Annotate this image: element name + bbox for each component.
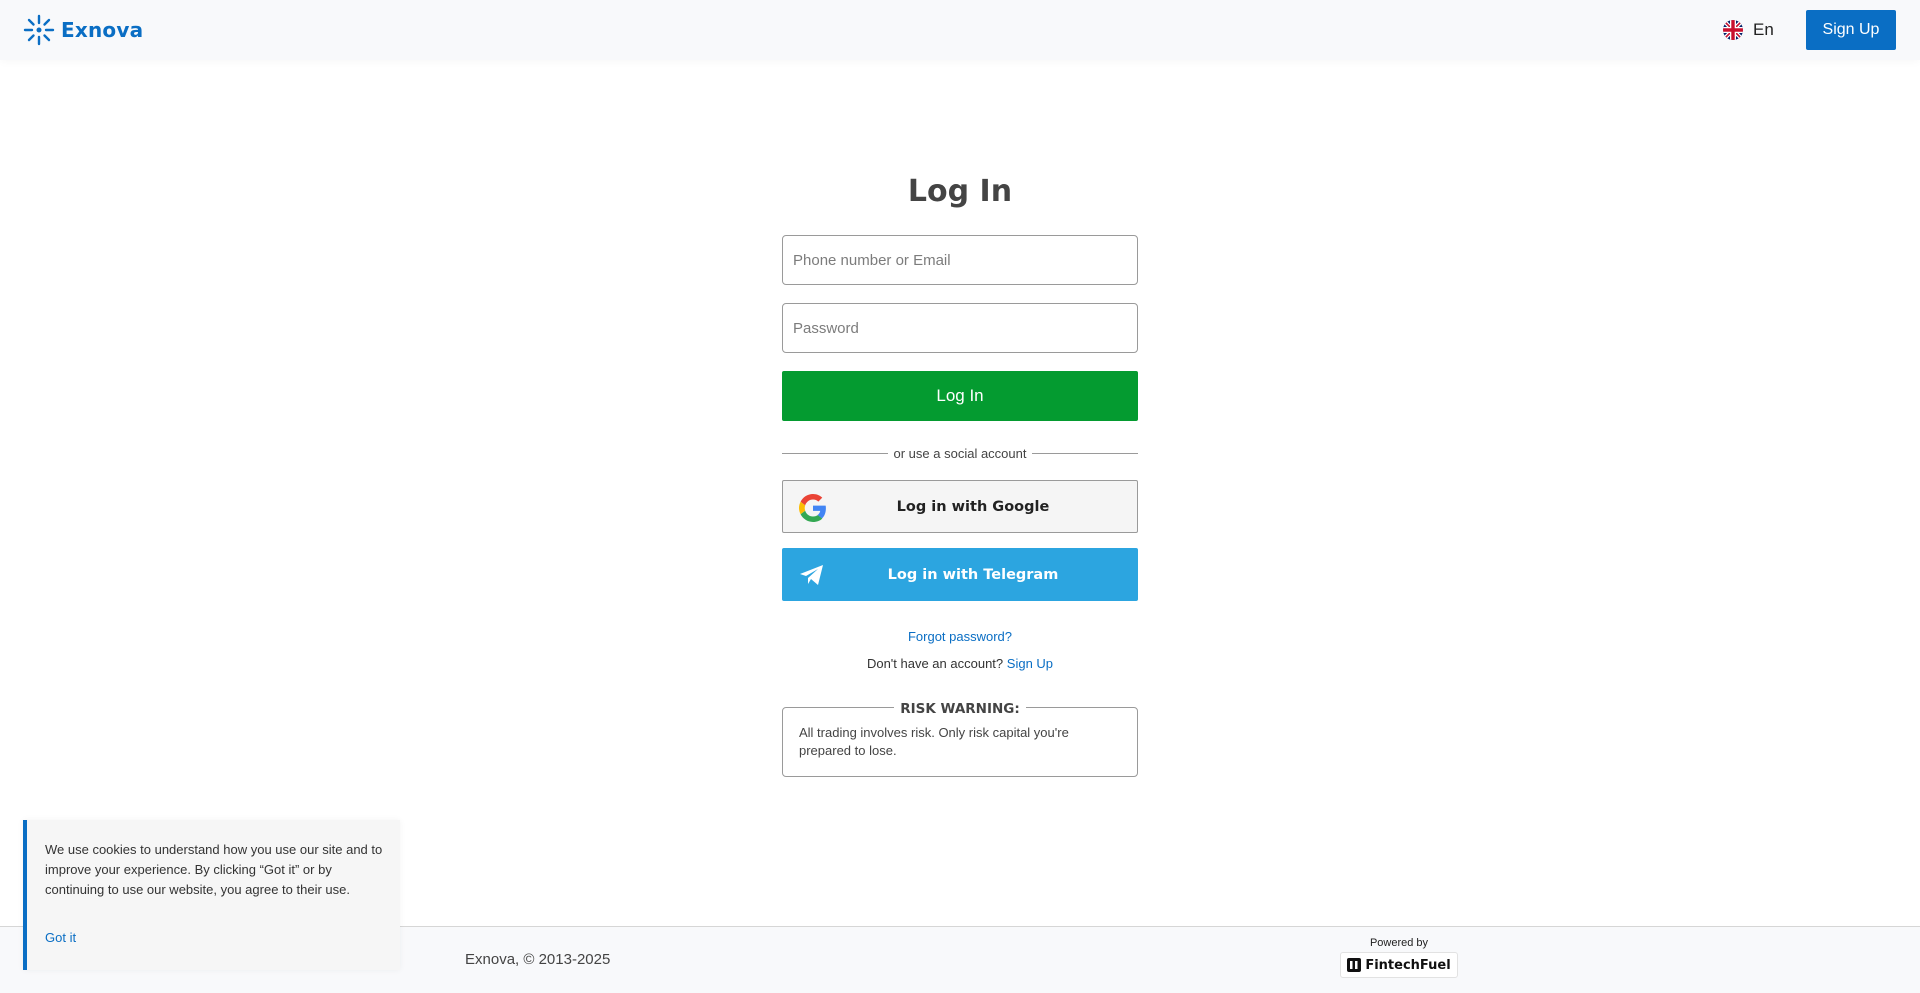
powered-by-badge[interactable]: Powered by FintechFuel xyxy=(1340,937,1458,983)
password-input[interactable] xyxy=(782,303,1138,353)
divider-text: or use a social account xyxy=(893,445,1027,461)
forgot-password-link[interactable]: Forgot password? xyxy=(782,629,1138,644)
signup-link[interactable]: Sign Up xyxy=(1007,656,1053,671)
language-label: En xyxy=(1753,20,1774,39)
brand-logo[interactable]: Exnova xyxy=(23,14,143,46)
powered-by-logo: FintechFuel xyxy=(1340,952,1458,978)
cookie-banner: We use cookies to understand how you use… xyxy=(23,820,400,970)
sun-burst-icon xyxy=(23,14,55,46)
uk-flag-icon xyxy=(1723,20,1743,40)
social-divider: or use a social account xyxy=(782,444,1138,462)
telegram-login-button[interactable]: Log in with Telegram xyxy=(782,548,1138,601)
signup-prompt-text: Don't have an account? xyxy=(866,656,1004,671)
language-selector[interactable]: En xyxy=(1723,18,1774,42)
signup-prompt: Don't have an account? Sign Up xyxy=(782,656,1138,671)
cookie-accept-button[interactable]: Got it xyxy=(45,930,76,945)
login-title: Log In xyxy=(907,174,1013,209)
google-login-label: Log in with Google xyxy=(896,498,1050,515)
cookie-text: We use cookies to understand how you use… xyxy=(45,842,383,897)
risk-warning-text: All trading involves risk. Only risk cap… xyxy=(799,725,1069,758)
divider-line-left xyxy=(782,452,888,454)
risk-warning-box: RISK WARNING: All trading involves risk.… xyxy=(782,701,1138,777)
fintechfuel-icon xyxy=(1347,958,1362,972)
risk-warning-title-text: RISK WARNING: xyxy=(894,701,1026,717)
telegram-icon xyxy=(800,565,823,585)
telegram-login-label: Log in with Telegram xyxy=(887,566,1059,583)
powered-by-name: FintechFuel xyxy=(1365,957,1451,973)
login-submit-button[interactable]: Log In xyxy=(782,371,1138,421)
top-header: Exnova En Sign Up xyxy=(0,0,1920,60)
risk-warning-title: RISK WARNING: xyxy=(783,700,1137,718)
google-login-button[interactable]: Log in with Google xyxy=(782,480,1138,533)
google-icon xyxy=(799,494,826,522)
header-signup-button[interactable]: Sign Up xyxy=(1806,10,1896,50)
phone-or-email-input[interactable] xyxy=(782,235,1138,285)
powered-by-label: Powered by xyxy=(1369,937,1429,949)
brand-name: Exnova xyxy=(61,18,144,42)
copyright-text: Exnova, © 2013-2025 xyxy=(465,951,611,968)
divider-line-right xyxy=(1032,452,1138,454)
